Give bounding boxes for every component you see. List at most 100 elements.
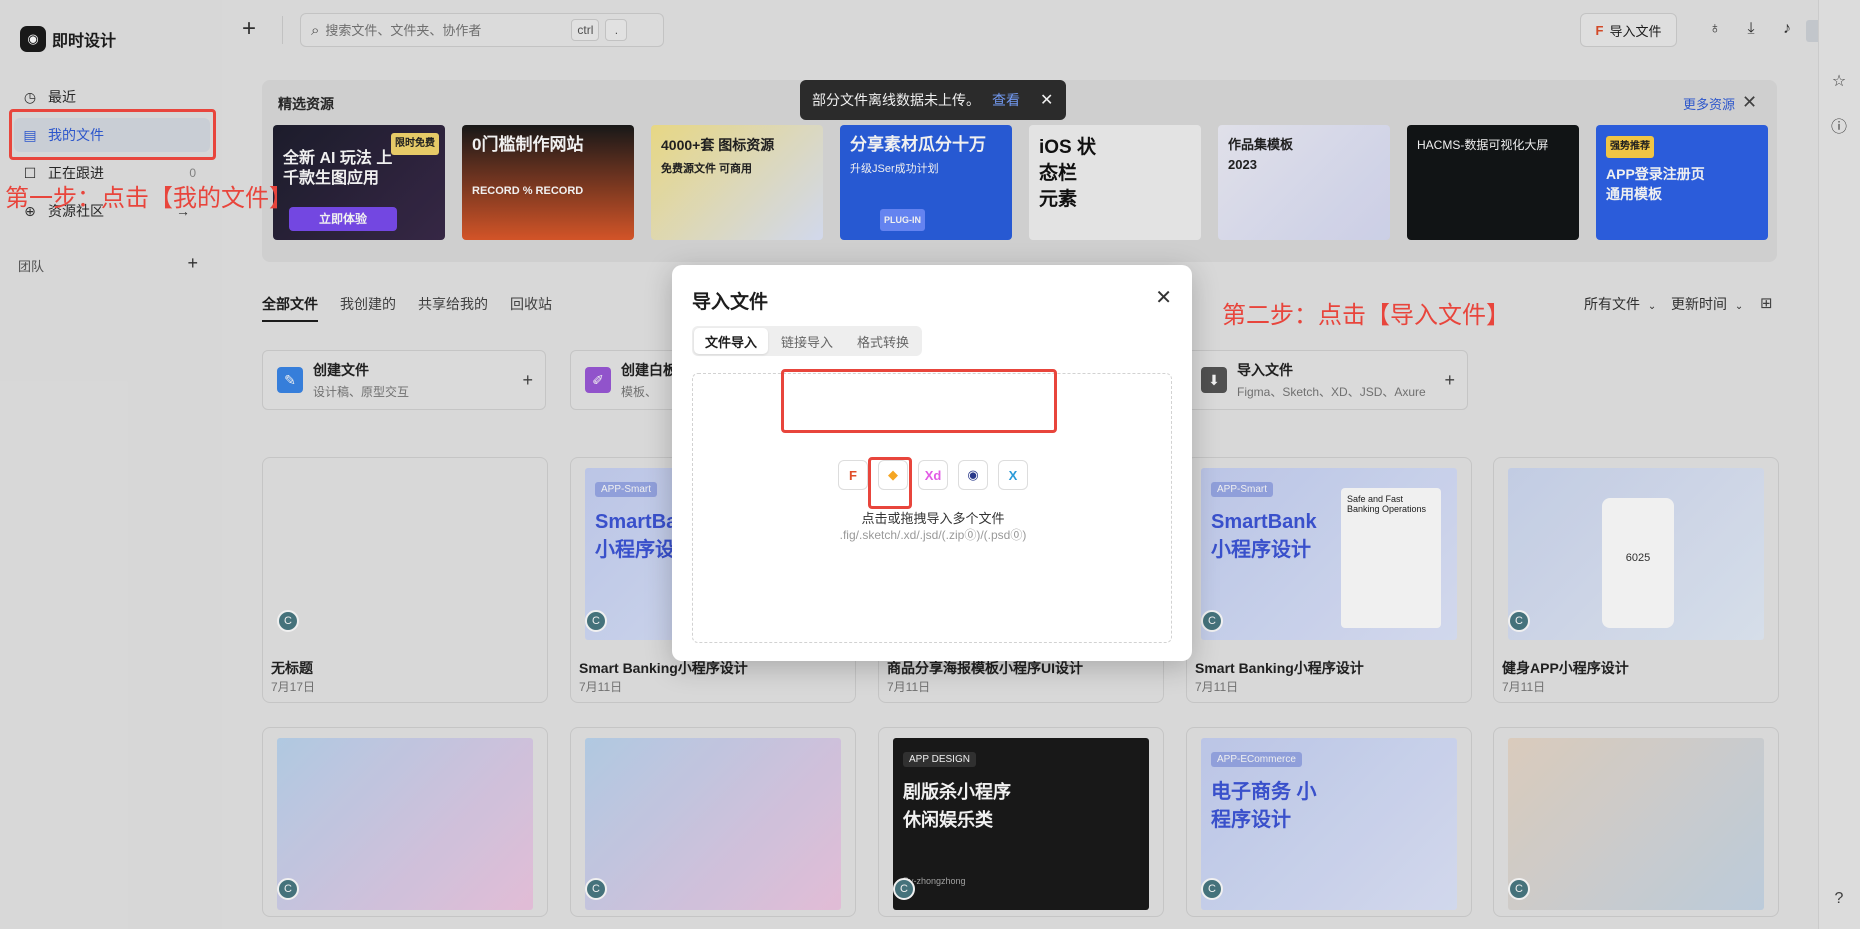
tab-created-by-me[interactable]: 我创建的 — [340, 294, 396, 322]
create-file-desc: 设计稿、原型交互 — [313, 385, 410, 399]
app-name: 即时设计 — [52, 33, 117, 50]
search-input[interactable] — [325, 22, 566, 38]
annotation-box — [868, 457, 912, 509]
resource-banner[interactable]: 4000+套 图标资源 免费源文件 可商用 — [651, 125, 823, 240]
resource-banner[interactable]: HACMS-数据可视化大屏 — [1407, 125, 1579, 240]
grid-view-icon[interactable]: ⊞ — [1760, 294, 1773, 312]
collaborator-avatar: C — [1201, 878, 1223, 900]
clock-icon: ◷ — [23, 88, 37, 105]
file-card[interactable]: APP DESIGN 剧版杀小程序 休闲娱乐类 By-zhongzhong C — [878, 727, 1164, 917]
app-logo[interactable]: ◉ 即时设计 — [20, 26, 116, 52]
collaborator-avatar: C — [893, 878, 915, 900]
download-icon[interactable]: ⤓ — [1740, 18, 1762, 40]
file-date: 7月11日 — [579, 680, 623, 694]
thumb-number: 6025 — [1602, 498, 1674, 628]
import-file-button[interactable]: F 导入文件 — [1580, 13, 1677, 47]
close-icon[interactable]: ✕ — [1040, 90, 1053, 110]
collaborator-avatar: C — [277, 878, 299, 900]
create-file-title: 创建文件 — [313, 362, 369, 378]
chevron-down-icon: ⌄ — [1647, 301, 1657, 312]
search-box[interactable]: ⌕ ctrl . — [300, 13, 664, 47]
resource-banner[interactable]: 分享素材瓜分十万 升级JSer成功计划 PLUG-IN — [840, 125, 1012, 240]
banner-sub: 升级JSer成功计划 — [850, 163, 939, 175]
annotation-box — [9, 109, 216, 160]
plus-icon: + — [522, 369, 533, 390]
resource-banner[interactable]: 0门槛制作网站 RECORD % RECORD — [462, 125, 634, 240]
help-icon[interactable]: ? — [1828, 888, 1850, 910]
file-card[interactable]: C 无标题 7月17日 — [262, 457, 548, 703]
file-thumbnail — [277, 468, 533, 640]
team-section: 团队 + — [18, 254, 198, 275]
annotation-step2: 第二步：点击【导入文件】 — [1222, 302, 1510, 329]
new-button[interactable]: + — [242, 16, 256, 42]
tab-format-convert[interactable]: 格式转换 — [846, 328, 920, 354]
file-name: 无标题 — [271, 660, 313, 676]
banner-tag: 强势推荐 — [1606, 136, 1654, 158]
tab-file-import[interactable]: 文件导入 — [694, 328, 769, 354]
more-resources-link[interactable]: 更多资源 — [1683, 94, 1735, 113]
file-date: 7月11日 — [887, 680, 931, 694]
close-icon[interactable]: ✕ — [1742, 92, 1757, 113]
collaborator-avatar: C — [585, 878, 607, 900]
file-card[interactable]: APP-ECommerce 电子商务 小程序设计 C — [1186, 727, 1472, 917]
star-icon[interactable]: ☆ — [1828, 70, 1850, 92]
import-file-desc: Figma、Sketch、XD、JSD、Axure — [1237, 385, 1426, 399]
axure-icon[interactable]: X — [998, 460, 1028, 490]
close-icon[interactable]: ✕ — [1155, 285, 1172, 310]
jsd-icon[interactable]: ◉ — [958, 460, 988, 490]
tab-shared-with-me[interactable]: 共享给我的 — [418, 294, 488, 322]
tab-link-import[interactable]: 链接导入 — [770, 328, 844, 354]
banner-cta: 立即体验 — [289, 207, 398, 231]
resource-banner[interactable]: iOS 状态栏 元素 — [1029, 125, 1201, 240]
resource-banner[interactable]: 全新 AI 玩法 上千款生图应用 立即体验 限时免费 — [273, 125, 445, 240]
team-label: 团队 — [18, 259, 45, 274]
sort-filter[interactable]: 更新时间 ⌄ — [1671, 294, 1743, 314]
file-thumbnail: 6025 — [1508, 468, 1764, 640]
banner-title: 0门槛制作网站 — [472, 135, 584, 154]
app-window: ◉ 即时设计 ◷ 最近 ▤ 我的文件 ☐ 正在跟进 0 ⊕ 资源社区 → 团队 … — [0, 0, 1860, 929]
import-tabs: 文件导入 链接导入 格式转换 — [692, 326, 923, 356]
banner-title: HACMS-数据可视化大屏 — [1417, 138, 1549, 152]
file-thumbnail: APP-ECommerce 电子商务 小程序设计 — [1201, 738, 1457, 910]
resource-banner[interactable]: 作品集模板 2023 — [1218, 125, 1390, 240]
type-filter-label: 所有文件 — [1584, 296, 1640, 312]
sidebar-item-label: 最近 — [48, 89, 76, 105]
file-card[interactable]: APP-Smart SmartBank 小程序设计 Safe and Fast … — [1186, 457, 1472, 703]
thumb-tag: APP-ECommerce — [1211, 752, 1302, 767]
collaborator-avatar: C — [1508, 878, 1530, 900]
file-name: Smart Banking小程序设计 — [1195, 660, 1364, 676]
resource-banner[interactable]: 强势推荐 APP登录注册页 通用模板 — [1596, 125, 1768, 240]
collaborator-avatar: C — [585, 610, 607, 632]
banner-sub: RECORD % RECORD — [472, 185, 584, 197]
banner-title: 全新 AI 玩法 上千款生图应用 — [283, 150, 393, 187]
tab-trash[interactable]: 回收站 — [510, 294, 552, 322]
figma-icon: F — [1595, 22, 1604, 38]
shortcut-key: . — [605, 19, 628, 41]
toast-view-link[interactable]: 查看 — [992, 90, 1020, 110]
annotation-step1: 第一步：点击【我的文件】 — [5, 185, 293, 212]
sort-filter-label: 更新时间 — [1671, 296, 1727, 312]
import-file-dialog: 导入文件 ✕ 文件导入 链接导入 格式转换 F ◆ Xd ◉ X 点击或拖拽导入… — [672, 265, 1192, 661]
pen-icon: ✎ — [277, 367, 303, 393]
file-thumbnail — [585, 738, 841, 910]
file-thumbnail: APP-Smart SmartBank 小程序设计 Safe and Fast … — [1201, 468, 1457, 640]
tab-all-files[interactable]: 全部文件 — [262, 294, 318, 322]
file-card[interactable]: C — [570, 727, 856, 917]
lightbulb-icon[interactable]: ♁ — [1704, 18, 1726, 40]
collaborator-avatar: C — [1201, 610, 1223, 632]
figma-icon[interactable]: F — [838, 460, 868, 490]
whiteboard-icon: ✐ — [585, 367, 611, 393]
file-card[interactable]: C — [262, 727, 548, 917]
file-thumbnail — [277, 738, 533, 910]
collaborator-avatar: C — [1508, 610, 1530, 632]
import-file-card[interactable]: ⬇ 导入文件 Figma、Sketch、XD、JSD、Axure + — [1186, 350, 1468, 410]
bell-icon[interactable]: ♪ — [1776, 18, 1798, 40]
file-card[interactable]: 6025 C 健身APP小程序设计 7月11日 — [1493, 457, 1779, 703]
add-team-icon[interactable]: + — [187, 254, 198, 275]
file-thumbnail — [1508, 738, 1764, 910]
create-file-card[interactable]: ✎ 创建文件 设计稿、原型交互 + — [262, 350, 546, 410]
type-filter[interactable]: 所有文件 ⌄ — [1584, 294, 1656, 314]
file-card[interactable]: C — [1493, 727, 1779, 917]
xd-icon[interactable]: Xd — [918, 460, 948, 490]
info-icon[interactable]: ⓘ — [1828, 114, 1850, 136]
